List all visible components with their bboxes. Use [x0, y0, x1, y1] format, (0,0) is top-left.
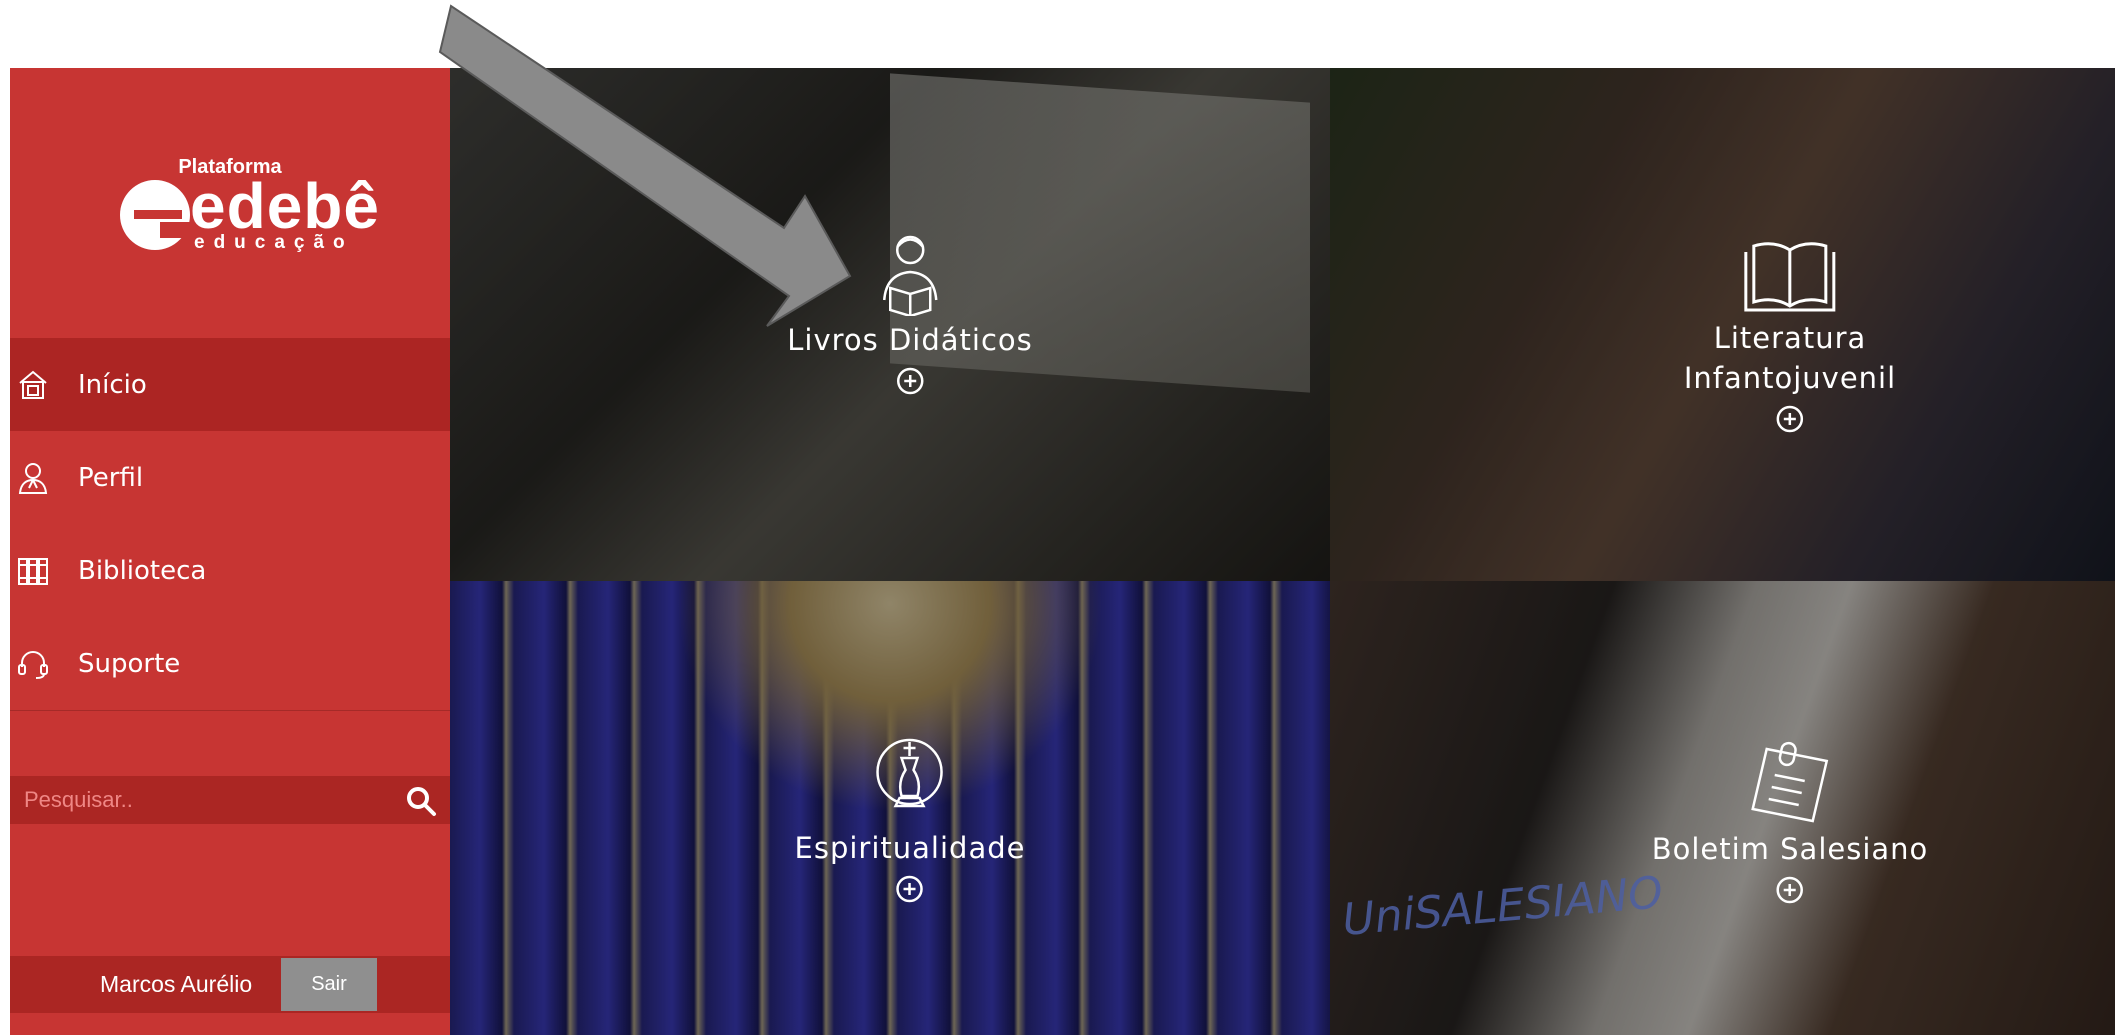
- plus-circle-icon[interactable]: [895, 874, 925, 904]
- logo-wordmark: edebê: [190, 170, 380, 242]
- sidebar-item-label: Suporte: [78, 648, 181, 679]
- reading-student-icon: [882, 235, 938, 318]
- logo-mark-icon: [120, 180, 190, 250]
- sidebar-item-inicio[interactable]: Início: [10, 338, 450, 431]
- search-input[interactable]: [10, 776, 370, 824]
- menu-divider: [10, 710, 450, 711]
- plus-circle-icon[interactable]: [895, 366, 925, 396]
- tile-livros-didaticos[interactable]: Livros Didáticos: [450, 68, 1330, 581]
- sidebar-item-label: Início: [78, 369, 147, 400]
- sidebar-item-suporte[interactable]: Suporte: [10, 617, 450, 710]
- tile-title-line-2: Infantojuvenil: [1683, 361, 1897, 395]
- user-icon: [16, 461, 50, 495]
- newsletter-icon: [1751, 741, 1829, 823]
- tile-title-line-1: Literatura: [1713, 321, 1867, 355]
- headset-icon: [16, 647, 50, 681]
- tile-content: Literatura Infantojuvenil: [1684, 238, 1896, 438]
- search-icon[interactable]: [404, 784, 438, 818]
- tile-espiritualidade[interactable]: Espiritualidade: [450, 581, 1330, 1035]
- open-book-icon: [1744, 242, 1836, 312]
- tile-literatura-infantojuvenil[interactable]: Literatura Infantojuvenil: [1330, 68, 2115, 581]
- user-footer: Marcos Aurélio Sair: [10, 956, 450, 1013]
- books-icon: [16, 554, 50, 588]
- tile-content: Livros Didáticos: [787, 230, 1033, 400]
- sidebar-menu: Início Perfil Biblioteca Suporte: [10, 338, 450, 711]
- tile-title: Espiritualidade: [794, 831, 1026, 865]
- logo-tagline: educação: [194, 232, 354, 253]
- home-icon: [16, 368, 50, 402]
- sidebar-item-label: Perfil: [78, 462, 144, 493]
- tile-content: Espiritualidade: [795, 736, 1026, 908]
- tile-title: Livros Didáticos: [787, 323, 1033, 357]
- sidebar-item-biblioteca[interactable]: Biblioteca: [10, 524, 450, 617]
- tile-content: Boletim Salesiano: [1652, 741, 1929, 909]
- tile-title: Boletim Salesiano: [1651, 832, 1929, 866]
- tile-boletim-salesiano[interactable]: UniSALESIANO Boletim Salesiano: [1330, 581, 2115, 1035]
- sidebar: Plataforma edebê educação Início Perfil …: [10, 68, 450, 1035]
- user-name: Marcos Aurélio: [100, 971, 253, 997]
- sidebar-item-perfil[interactable]: Perfil: [10, 431, 450, 524]
- logout-button[interactable]: Sair: [281, 958, 377, 1011]
- content-tiles: Livros Didáticos Literatura Infantojuven…: [450, 68, 2115, 1035]
- sidebar-item-label: Biblioteca: [78, 555, 207, 586]
- plus-circle-icon[interactable]: [1775, 875, 1805, 905]
- plus-circle-icon[interactable]: [1775, 404, 1805, 434]
- cross-icon: [876, 738, 944, 808]
- search-bar: [10, 776, 450, 824]
- logo[interactable]: Plataforma edebê educação: [10, 68, 450, 338]
